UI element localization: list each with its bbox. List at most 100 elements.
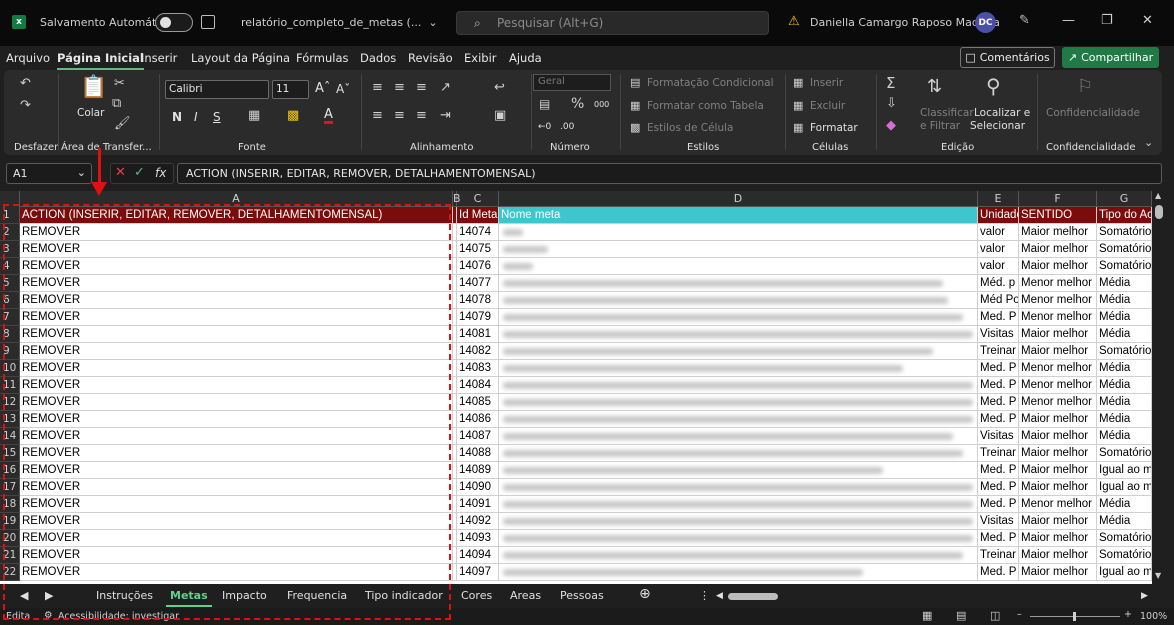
column-header-f[interactable]: F: [1019, 191, 1097, 207]
cell-unidade[interactable]: Visitas: [978, 513, 1019, 529]
name-box[interactable]: A1 ⌄: [6, 163, 92, 184]
page-layout-icon[interactable]: ▤: [956, 609, 966, 622]
cell-id-meta[interactable]: 14077: [457, 275, 499, 291]
row-number[interactable]: 8: [0, 326, 20, 343]
decrease-decimal-icon[interactable]: .00: [560, 122, 574, 132]
cell-id-meta[interactable]: 14078: [457, 292, 499, 308]
paste-icon[interactable]: 📋: [80, 75, 107, 100]
tab-dados[interactable]: Dados: [360, 51, 396, 65]
cell-unidade[interactable]: Med. P: [978, 462, 1019, 478]
cell-action[interactable]: REMOVER: [20, 445, 453, 461]
hscroll-left-icon[interactable]: ◀: [716, 591, 723, 601]
cell-action[interactable]: REMOVER: [20, 411, 453, 427]
cell-sentido[interactable]: Menor melhor: [1019, 496, 1097, 512]
row-number[interactable]: 6: [0, 292, 20, 309]
tab-inserir[interactable]: Inserir: [141, 51, 177, 65]
cell-d1[interactable]: Nome meta: [499, 207, 978, 223]
cell-unidade[interactable]: valor: [978, 224, 1019, 240]
cell-f1[interactable]: SENTIDO: [1019, 207, 1097, 223]
autosave-toggle[interactable]: [155, 13, 193, 32]
cell-sentido[interactable]: Maior melhor: [1019, 241, 1097, 257]
italic-icon[interactable]: I: [194, 110, 198, 124]
cell-sentido[interactable]: Maior melhor: [1019, 445, 1097, 461]
tab-pagina-inicial[interactable]: Página Inicial: [57, 51, 144, 70]
cell-tipo-acumulado[interactable]: Somatório: [1097, 343, 1152, 359]
more-options-icon[interactable]: ⋮: [699, 589, 710, 602]
insert-function-icon[interactable]: fx: [155, 166, 166, 180]
cell-nome-meta[interactable]: [499, 377, 978, 393]
cell-unidade[interactable]: Med. P: [978, 411, 1019, 427]
cell-sentido[interactable]: Maior melhor: [1019, 428, 1097, 444]
borders-icon[interactable]: ▦: [248, 108, 260, 123]
align-bottom-icon[interactable]: ≡: [416, 80, 427, 95]
cell-nome-meta[interactable]: [499, 547, 978, 563]
cell-unidade[interactable]: Visitas: [978, 428, 1019, 444]
cell-nome-meta[interactable]: [499, 258, 978, 274]
delete-cells-button[interactable]: Excluir: [810, 100, 845, 112]
cell-sentido[interactable]: Menor melhor: [1019, 377, 1097, 393]
cell-tipo-acumulado[interactable]: Média: [1097, 428, 1152, 444]
cell-unidade[interactable]: Med. P: [978, 377, 1019, 393]
page-break-icon[interactable]: ◫: [990, 609, 1000, 622]
cell-tipo-acumulado[interactable]: Média: [1097, 360, 1152, 376]
cell-action[interactable]: REMOVER: [20, 530, 453, 546]
row-number[interactable]: 18: [0, 496, 20, 513]
row-number[interactable]: 14: [0, 428, 20, 445]
bold-icon[interactable]: N: [172, 110, 182, 124]
zoom-out-icon[interactable]: –: [1017, 609, 1022, 620]
clear-icon[interactable]: ◆: [886, 118, 896, 133]
prev-sheet-icon[interactable]: ◀: [20, 589, 28, 602]
scroll-up-icon[interactable]: ▲: [1155, 191, 1161, 200]
cell-nome-meta[interactable]: [499, 275, 978, 291]
align-left-icon[interactable]: ≡: [372, 108, 383, 123]
sheet-tab-cores[interactable]: Cores: [461, 589, 492, 602]
cell-sentido[interactable]: Menor melhor: [1019, 394, 1097, 410]
cell-tipo-acumulado[interactable]: Somatório: [1097, 241, 1152, 257]
indent-icon[interactable]: ⇥: [440, 108, 451, 123]
row-number[interactable]: 19: [0, 513, 20, 530]
cell-unidade[interactable]: Med. P: [978, 496, 1019, 512]
row-number[interactable]: 17: [0, 479, 20, 496]
tab-ajuda[interactable]: Ajuda: [509, 51, 542, 65]
align-middle-icon[interactable]: ≡: [394, 80, 405, 95]
zoom-in-icon[interactable]: +: [1124, 609, 1132, 620]
tab-arquivo[interactable]: Arquivo: [6, 51, 50, 65]
cell-unidade[interactable]: Treinar: [978, 343, 1019, 359]
sheet-tab-tipo-indicador[interactable]: Tipo indicador: [365, 589, 443, 602]
cell-sentido[interactable]: Maior melhor: [1019, 224, 1097, 240]
cell-g1[interactable]: Tipo do Acumulado: [1097, 207, 1152, 223]
cell-tipo-acumulado[interactable]: Somatório: [1097, 258, 1152, 274]
column-header-a[interactable]: A: [20, 191, 453, 207]
grow-font-icon[interactable]: Aˆ: [315, 81, 330, 96]
close-icon[interactable]: ✕: [1142, 13, 1153, 28]
cell-id-meta[interactable]: 14093: [457, 530, 499, 546]
cell-tipo-acumulado[interactable]: Igual ao m: [1097, 479, 1152, 495]
column-header-g[interactable]: G: [1097, 191, 1152, 207]
cell-action[interactable]: REMOVER: [20, 292, 453, 308]
tab-revisao[interactable]: Revisão: [408, 51, 453, 65]
row-number[interactable]: 13: [0, 411, 20, 428]
row-number[interactable]: 21: [0, 547, 20, 564]
underline-icon[interactable]: S: [213, 110, 221, 124]
conditional-format-button[interactable]: Formatação Condicional: [647, 77, 774, 89]
cell-action[interactable]: REMOVER: [20, 462, 453, 478]
horizontal-scroll-thumb[interactable]: [728, 593, 778, 600]
cell-unidade[interactable]: Med. P: [978, 564, 1019, 580]
fill-color-icon[interactable]: ▩: [287, 108, 299, 123]
cell-sentido[interactable]: Maior melhor: [1019, 547, 1097, 563]
cell-sentido[interactable]: Maior melhor: [1019, 530, 1097, 546]
cell-sentido[interactable]: Maior melhor: [1019, 462, 1097, 478]
find-select-line1[interactable]: Localizar e: [974, 107, 1030, 119]
cell-nome-meta[interactable]: [499, 343, 978, 359]
currency-icon[interactable]: ▤: [539, 97, 550, 111]
copy-icon[interactable]: ⧉: [112, 96, 121, 111]
cell-unidade[interactable]: valor: [978, 258, 1019, 274]
cell-id-meta[interactable]: 14091: [457, 496, 499, 512]
cell-action[interactable]: REMOVER: [20, 343, 453, 359]
cell-sentido[interactable]: Maior melhor: [1019, 343, 1097, 359]
cell-action[interactable]: REMOVER: [20, 326, 453, 342]
cell-action[interactable]: REMOVER: [20, 258, 453, 274]
cell-sentido[interactable]: Maior melhor: [1019, 326, 1097, 342]
cell-tipo-acumulado[interactable]: Somatório: [1097, 224, 1152, 240]
cell-unidade[interactable]: Med. P: [978, 360, 1019, 376]
